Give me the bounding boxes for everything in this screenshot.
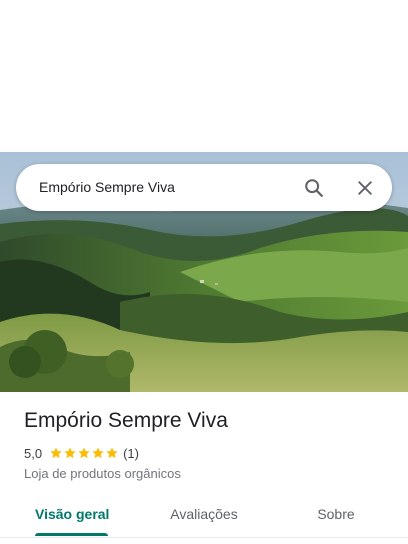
tab-visao-geral[interactable]: Visão geral	[35, 493, 109, 535]
close-icon	[358, 181, 372, 195]
place-tabs: Visão geral Avaliações Sobre	[0, 493, 408, 538]
place-category[interactable]: Loja de produtos orgânicos	[24, 466, 181, 481]
search-input[interactable]: Empório Sempre Viva	[39, 179, 175, 195]
rating-row[interactable]: 5,0 (1)	[24, 445, 139, 461]
tab-sobre[interactable]: Sobre	[306, 493, 366, 535]
star-icon	[78, 447, 90, 459]
star-icon	[64, 447, 76, 459]
rating-stars	[49, 446, 119, 460]
active-tab-indicator	[35, 533, 108, 536]
close-button[interactable]	[352, 175, 378, 201]
tab-avaliacoes[interactable]: Avaliações	[160, 493, 248, 535]
search-bar[interactable]: Empório Sempre Viva	[16, 164, 392, 211]
star-icon	[92, 447, 104, 459]
search-button[interactable]	[301, 175, 327, 201]
rating-value: 5,0	[24, 445, 43, 461]
star-icon	[50, 447, 62, 459]
star-icon	[106, 447, 118, 459]
place-title: Empório Sempre Viva	[24, 409, 228, 432]
review-count[interactable]: (1)	[123, 446, 139, 461]
search-icon	[305, 179, 323, 197]
